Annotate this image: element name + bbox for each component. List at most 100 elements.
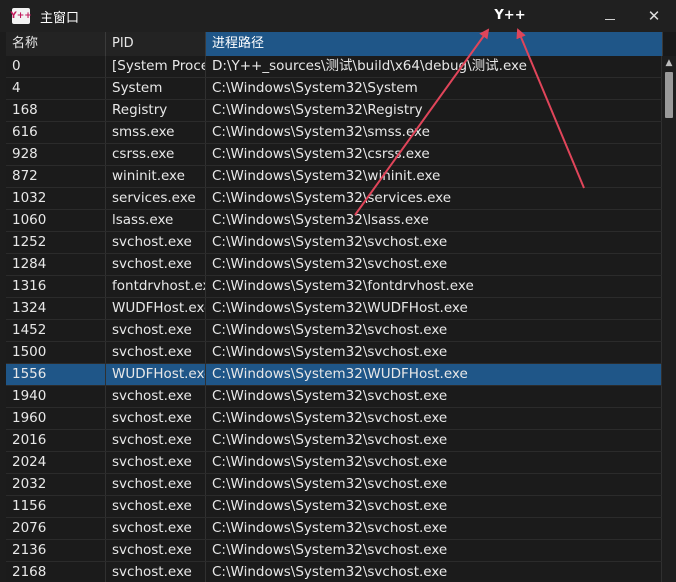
cell-pid: Registry	[106, 100, 206, 121]
cell-name: 2136	[6, 540, 106, 561]
table-row[interactable]: 1500 svchost.exe C:\Windows\System32\svcho…	[6, 342, 662, 364]
cell-name: 2032	[6, 474, 106, 495]
close-button[interactable]: ✕	[634, 0, 674, 32]
cell-path: C:\Windows\System32\WUDFHost.exe	[206, 364, 662, 385]
cell-path: C:\Windows\System32\svchost.exe	[206, 474, 662, 495]
scrollbar-thumb[interactable]	[665, 72, 673, 118]
cell-path: C:\Windows\System32\svchost.exe	[206, 452, 662, 473]
table-row[interactable]: 1316fontdrvhost.exeC:\Windows\System32\f…	[6, 276, 662, 298]
cell-pid: svchost.exe	[106, 474, 206, 495]
table-row[interactable]: 1960 svchost.exe C:\Windows\System32\svcho…	[6, 408, 662, 430]
cell-pid: wininit.exe	[106, 166, 206, 187]
cell-path: D:\Y++_sources\测试\build\x64\debug\测试.exe	[206, 56, 662, 77]
cell-pid: svchost.exe	[106, 540, 206, 561]
table-row[interactable]: 168 Registry C:\Windows\System32\Registry	[6, 100, 662, 122]
cell-path: C:\Windows\System32\svchost.exe	[206, 320, 662, 341]
table-row[interactable]: 2024 svchost.exe C:\Windows\System32\svcho…	[6, 452, 662, 474]
table-row[interactable]: 872 wininit.exe C:\Windows\System32\winini…	[6, 166, 662, 188]
table-body: 0[System Process]D:\Y++_sources\测试\build…	[6, 56, 662, 582]
table-row[interactable]: 1324 WUDFHost.exe C:\Windows\System32\WUDF…	[6, 298, 662, 320]
cell-path: C:\Windows\System32\svchost.exe	[206, 496, 662, 517]
cell-pid: fontdrvhost.exe	[106, 276, 206, 297]
column-header-pid[interactable]: PID	[106, 32, 206, 56]
table-row[interactable]: 928 csrss.exe C:\Windows\System32\csrss.ex…	[6, 144, 662, 166]
table-header: 名称 PID 进程路径	[6, 32, 676, 56]
cell-path: C:\Windows\System32\wininit.exe	[206, 166, 662, 187]
title-bar[interactable]: Y++ 主窗口	[0, 0, 676, 32]
cell-path: C:\Windows\System32\svchost.exe	[206, 386, 662, 407]
cell-path: C:\Windows\System32\smss.exe	[206, 122, 662, 143]
table-row[interactable]: 2032 svchost.exe C:\Windows\System32\svcho…	[6, 474, 662, 496]
cell-path: C:\Windows\System32\svchost.exe	[206, 430, 662, 451]
cell-name: 1960	[6, 408, 106, 429]
cell-pid: svchost.exe	[106, 562, 206, 582]
table-row[interactable]: 1252 svchost.exe C:\Windows\System32\svcho…	[6, 232, 662, 254]
table-row[interactable]: 4 System C:\Windows\System32\System	[6, 78, 662, 100]
table-row[interactable]: 2076 svchost.exe C:\Windows\System32\svcho…	[6, 518, 662, 540]
cell-name: 2016	[6, 430, 106, 451]
cell-pid: [System Process]	[106, 56, 206, 77]
cell-path: C:\Windows\System32\fontdrvhost.exe	[206, 276, 662, 297]
cell-pid: svchost.exe	[106, 342, 206, 363]
cell-path: C:\Windows\System32\csrss.exe	[206, 144, 662, 165]
cell-pid: csrss.exe	[106, 144, 206, 165]
close-icon: ✕	[647, 7, 661, 25]
table-row[interactable]: 1556 WUDFHost.exe C:\Windows\System32\WUDF…	[6, 364, 662, 386]
cell-path: C:\Windows\System32\Registry	[206, 100, 662, 121]
cell-path: C:\Windows\System32\svchost.exe	[206, 540, 662, 561]
column-header-name[interactable]: 名称	[6, 32, 106, 56]
table-row[interactable]: 2016 svchost.exe C:\Windows\System32\svcho…	[6, 430, 662, 452]
cell-path: C:\Windows\System32\svchost.exe	[206, 232, 662, 253]
table-row[interactable]: 1284 svchost.exe C:\Windows\System32\svcho…	[6, 254, 662, 276]
cell-pid: svchost.exe	[106, 496, 206, 517]
cell-path: C:\Windows\System32\WUDFHost.exe	[206, 298, 662, 319]
cell-path: C:\Windows\System32\services.exe	[206, 188, 662, 209]
cell-pid: svchost.exe	[106, 518, 206, 539]
cell-pid: svchost.exe	[106, 320, 206, 341]
cell-pid: svchost.exe	[106, 386, 206, 407]
cell-name: 2168	[6, 562, 106, 582]
cell-name: 0	[6, 56, 106, 77]
table-row[interactable]: 1156 svchost.exe C:\Windows\System32\svcho…	[6, 496, 662, 518]
table-row[interactable]: 1452 svchost.exe C:\Windows\System32\svcho…	[6, 320, 662, 342]
cell-pid: svchost.exe	[106, 408, 206, 429]
table-row[interactable]: 2168 svchost.exe C:\Windows\System32\svcho…	[6, 562, 662, 582]
window-title: 主窗口	[40, 10, 80, 26]
minimize-button[interactable]	[590, 0, 630, 32]
cell-name: 928	[6, 144, 106, 165]
cell-name: 1316	[6, 276, 106, 297]
cell-path: C:\Windows\System32\svchost.exe	[206, 342, 662, 363]
cell-pid: services.exe	[106, 188, 206, 209]
cell-name: 1324	[6, 298, 106, 319]
cell-pid: svchost.exe	[106, 452, 206, 473]
cell-path: C:\Windows\System32\svchost.exe	[206, 254, 662, 275]
cell-name: 616	[6, 122, 106, 143]
vertical-scrollbar[interactable]: ▲	[662, 56, 676, 582]
table-row[interactable]: 0[System Process]D:\Y++_sources\测试\build…	[6, 56, 662, 78]
cell-pid: smss.exe	[106, 122, 206, 143]
cell-name: 1940	[6, 386, 106, 407]
cell-name: 168	[6, 100, 106, 121]
table-row[interactable]: 2136 svchost.exe C:\Windows\System32\svcho…	[6, 540, 662, 562]
cell-name: 2024	[6, 452, 106, 473]
cell-name: 2076	[6, 518, 106, 539]
minimize-icon	[605, 18, 615, 20]
scroll-up-icon[interactable]: ▲	[662, 56, 676, 70]
cell-name: 1156	[6, 496, 106, 517]
cell-pid: svchost.exe	[106, 232, 206, 253]
cell-name: 4	[6, 78, 106, 99]
cell-name: 872	[6, 166, 106, 187]
table-row[interactable]: 616 smss.exe C:\Windows\System32\smss.exe	[6, 122, 662, 144]
process-table[interactable]: 名称 PID 进程路径 0[System Process]D:\Y++_sour…	[6, 32, 676, 582]
table-row[interactable]: 1032 services.exe C:\Windows\System32\serv…	[6, 188, 662, 210]
cell-pid: lsass.exe	[106, 210, 206, 231]
cell-pid: svchost.exe	[106, 254, 206, 275]
cell-pid: svchost.exe	[106, 430, 206, 451]
column-header-path[interactable]: 进程路径	[206, 32, 663, 56]
table-row[interactable]: 1940 svchost.exe C:\Windows\System32\svcho…	[6, 386, 662, 408]
cell-pid: WUDFHost.exe	[106, 298, 206, 319]
cell-name: 1452	[6, 320, 106, 341]
table-row[interactable]: 1060 lsass.exe C:\Windows\System32\lsass.e…	[6, 210, 662, 232]
cell-name: 1252	[6, 232, 106, 253]
cell-pid: WUDFHost.exe	[106, 364, 206, 385]
